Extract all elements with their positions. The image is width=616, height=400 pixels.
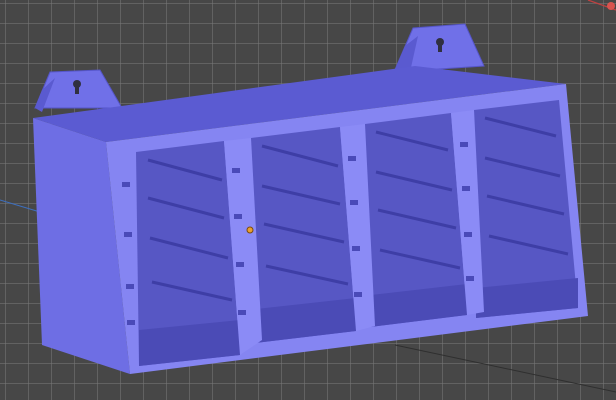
mount-tab-right[interactable] (393, 23, 485, 73)
mount-tab-left[interactable] (34, 69, 123, 112)
3d-viewport[interactable] (0, 0, 616, 400)
compartment-3[interactable] (362, 113, 467, 328)
compartment-1[interactable] (136, 141, 240, 366)
y-axis-line (0, 199, 41, 213)
axis-line-bottom (394, 344, 616, 393)
origin-point-icon[interactable] (246, 226, 254, 234)
scene-canvas (0, 0, 616, 393)
x-axis-marker (607, 2, 615, 10)
compartment-2[interactable] (247, 127, 356, 344)
